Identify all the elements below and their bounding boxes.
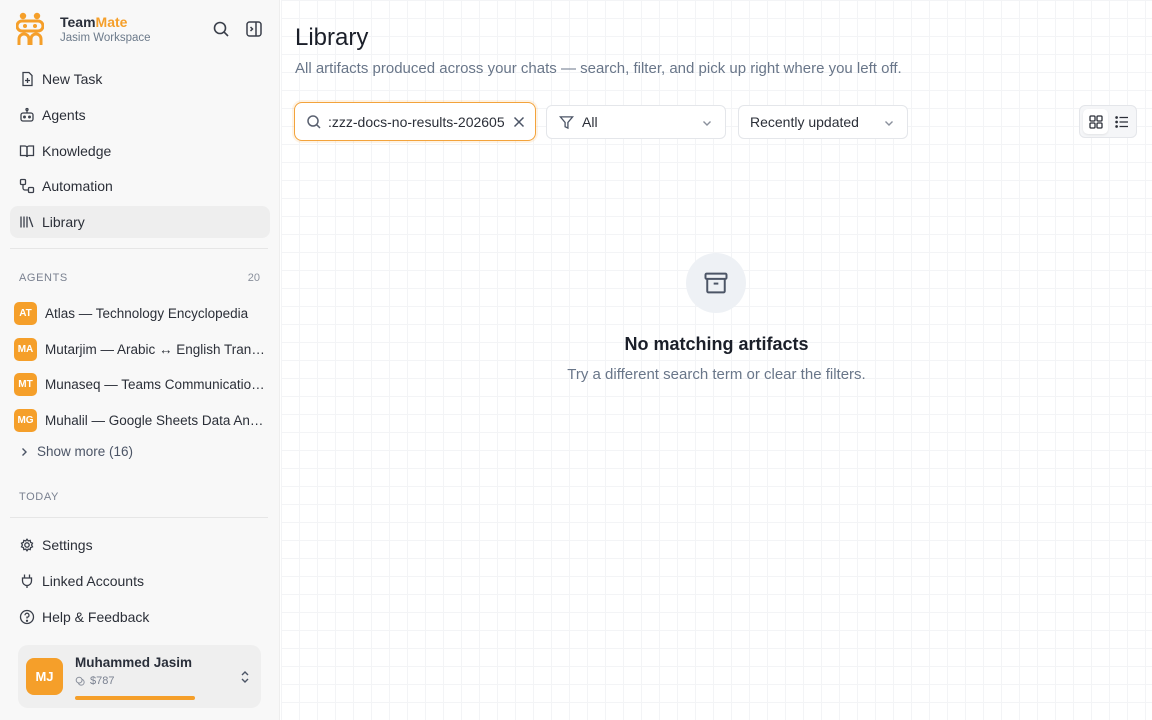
today-section-title: TODAY [19, 491, 59, 503]
workspace-name: Jasim Workspace [60, 32, 151, 44]
agent-avatar: MA [14, 337, 37, 361]
show-more-label: Show more (16) [37, 444, 134, 459]
chevron-right-icon [22, 447, 27, 456]
agent-avatar: MG [14, 409, 37, 433]
help-icon [19, 609, 35, 624]
nav-label: Agents [42, 106, 86, 123]
nav-label: Help & Feedback [42, 608, 150, 625]
empty-state-illustration [686, 253, 746, 313]
nav-item-help[interactable]: Help & Feedback [10, 601, 270, 633]
agent-name: Muhalil — Google Sheets Data Analyst [45, 413, 265, 429]
agent-name: Mutarjim — Arabic ↔ English Translator [45, 341, 265, 357]
agent-list: AT Atlas — Technology Encyclopedia MA Mu… [14, 296, 270, 438]
sidebar: TeamMate Jasim Workspace New Task Agents… [0, 0, 280, 720]
grid-icon [1088, 114, 1103, 129]
agent-item-munaseq[interactable]: MT Munaseq — Teams Communications [14, 367, 270, 403]
sidebar-divider [10, 248, 268, 249]
show-more-agents[interactable]: Show more (16) [18, 444, 133, 459]
nav-label: Knowledge [42, 142, 112, 159]
agent-item-muhalil[interactable]: MG Muhalil — Google Sheets Data Analyst [14, 403, 270, 439]
page-title: Library [295, 24, 369, 51]
bottom-nav: Settings Linked Accounts Help & Feedback [10, 529, 270, 636]
sort-select[interactable]: Recently updated [738, 105, 908, 139]
nav-item-settings[interactable]: Settings [10, 529, 270, 561]
teammate-logo-icon [16, 12, 44, 45]
chevron-up-down-icon [241, 671, 249, 683]
nav-label: Settings [42, 537, 93, 553]
coins-icon [75, 676, 85, 686]
main-nav: New Task Agents Knowledge Automation Lib… [10, 63, 270, 242]
search-icon [307, 114, 321, 129]
nav-label: New Task [42, 71, 103, 87]
plug-icon [21, 574, 33, 588]
user-card[interactable]: MJ Muhammed Jasim $787 [18, 645, 261, 708]
toggle-sidebar-icon[interactable] [245, 20, 263, 38]
type-filter-select[interactable]: All [546, 105, 726, 139]
list-view-button[interactable] [1109, 109, 1134, 134]
agents-count: 20 [247, 272, 260, 284]
brand[interactable]: TeamMate Jasim Workspace [16, 12, 151, 46]
nav-item-new-task[interactable]: New Task [10, 63, 270, 95]
nav-item-linked-accounts[interactable]: Linked Accounts [10, 565, 270, 597]
user-name: Muhammed Jasim [75, 655, 193, 670]
chevron-down-icon [703, 121, 711, 126]
main-content: Library All artifacts produced across yo… [281, 0, 1152, 720]
avatar: MJ [26, 658, 63, 695]
search-box[interactable] [294, 102, 536, 141]
new-task-icon [22, 71, 33, 87]
agents-section-title: AGENTS [19, 272, 68, 284]
sort-value: Recently updated [750, 114, 859, 130]
view-toggle [1079, 105, 1137, 138]
grid-view-button[interactable] [1083, 109, 1108, 134]
filter-icon [559, 115, 574, 129]
workflow-icon [19, 179, 35, 194]
agent-item-mutarjim[interactable]: MA Mutarjim — Arabic ↔ English Translato… [14, 332, 270, 368]
book-icon [19, 144, 35, 157]
nav-label: Linked Accounts [42, 572, 144, 589]
agent-avatar: AT [14, 302, 37, 326]
empty-state-title: No matching artifacts [624, 334, 809, 354]
page-subtitle: All artifacts produced across your chats… [295, 60, 902, 77]
list-icon [1114, 115, 1128, 128]
nav-label: Library [42, 214, 85, 231]
empty-state-subtitle: Try a different search term or clear the… [567, 366, 866, 383]
nav-item-automation[interactable]: Automation [10, 170, 270, 202]
user-credits: $787 [75, 675, 114, 687]
gear-icon [20, 538, 34, 552]
brand-name: TeamMate [60, 14, 128, 30]
nav-item-library[interactable]: Library [10, 206, 270, 239]
robot-icon [20, 107, 34, 122]
agent-item-atlas[interactable]: AT Atlas — Technology Encyclopedia [14, 296, 270, 332]
agent-name: Munaseq — Teams Communications [45, 377, 265, 393]
sidebar-divider [10, 517, 268, 518]
credit-progress-bar [75, 696, 195, 700]
agent-name: Atlas — Technology Encyclopedia [45, 306, 249, 322]
filter-value: All [582, 114, 598, 130]
archive-icon [704, 272, 728, 294]
agent-avatar: MT [14, 373, 37, 397]
chevron-down-icon [885, 121, 893, 126]
credits-value: $787 [90, 675, 115, 687]
library-icon [20, 216, 34, 228]
search-input[interactable] [328, 113, 504, 130]
nav-label: Automation [42, 178, 113, 195]
nav-item-knowledge[interactable]: Knowledge [10, 135, 270, 167]
nav-item-agents[interactable]: Agents [10, 99, 270, 131]
close-icon[interactable] [512, 115, 526, 129]
search-icon[interactable] [212, 20, 230, 38]
